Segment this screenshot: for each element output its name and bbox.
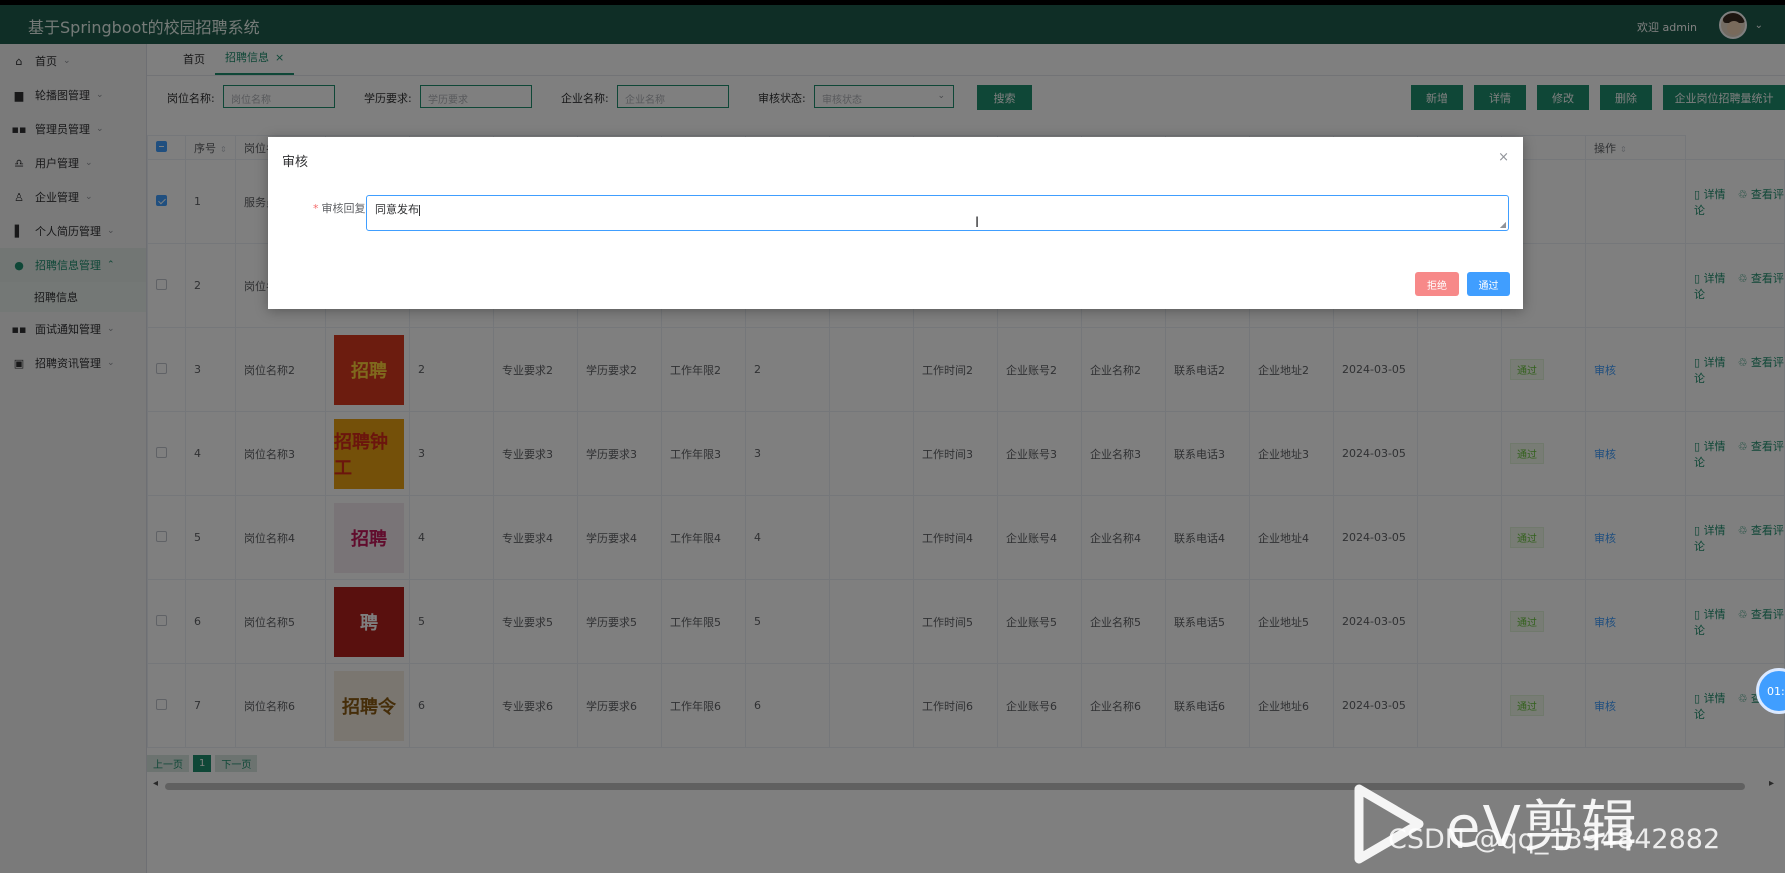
text-cursor <box>419 204 420 216</box>
modal-overlay[interactable] <box>0 0 1785 873</box>
resize-handle-icon[interactable]: ◢ <box>1500 220 1506 229</box>
watermark-csdn: CSDN @qq_1394842882 <box>1388 824 1721 855</box>
audit-reply-textarea[interactable]: 同意发布 ◢ <box>366 195 1509 231</box>
audit-reply-label: * 审核回复 <box>313 202 366 215</box>
dialog-title: 审核 <box>282 155 309 170</box>
audit-dialog: 审核 × * 审核回复 同意发布 ◢ I 拒绝 通过 <box>268 137 1523 309</box>
ibeam-cursor-icon: I <box>975 215 980 231</box>
close-icon[interactable]: × <box>1498 150 1509 165</box>
reject-button[interactable]: 拒绝 <box>1415 272 1459 296</box>
pass-button[interactable]: 通过 <box>1467 272 1510 296</box>
